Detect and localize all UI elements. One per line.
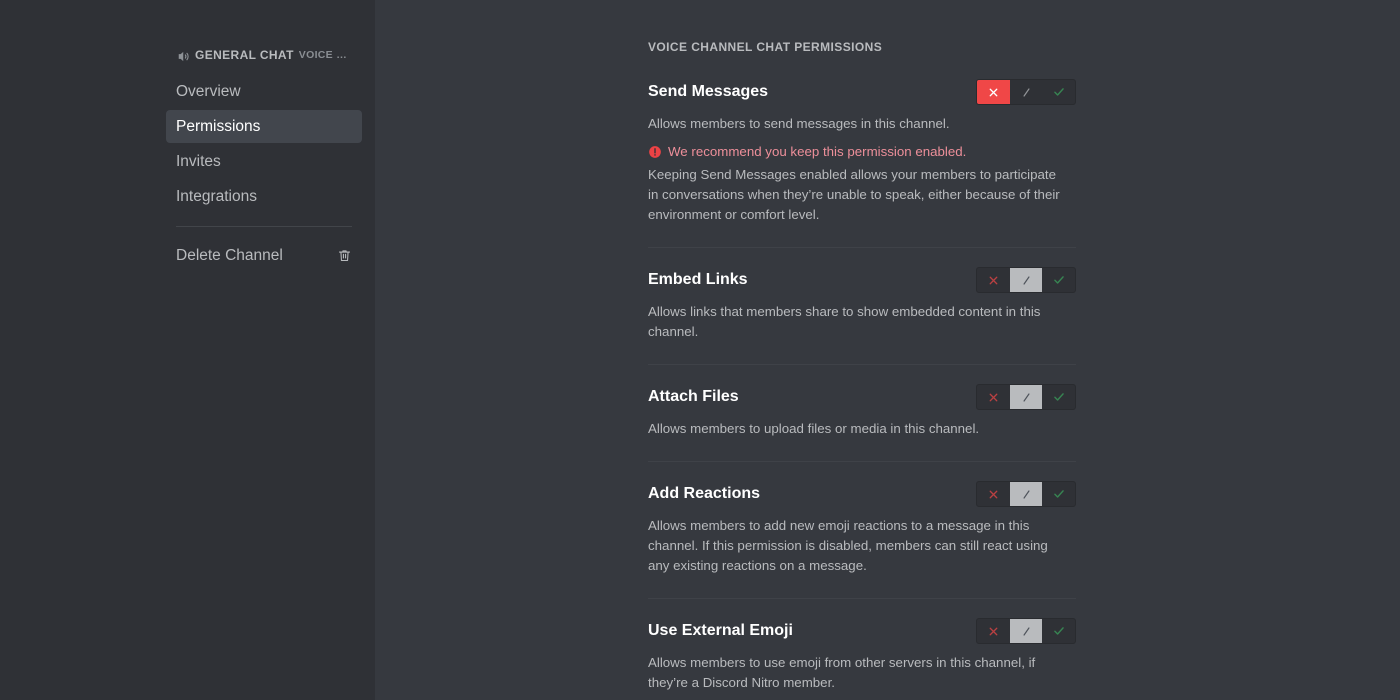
settings-content: VOICE CHANNEL CHAT PERMISSIONS Send Mess… (375, 0, 1400, 700)
permission-allow-option[interactable] (1042, 619, 1075, 643)
sidebar-item-integrations[interactable]: Integrations (166, 180, 362, 213)
permission-name: Attach Files (648, 388, 739, 405)
permission-inherit-option[interactable] (1009, 385, 1043, 409)
section-title: VOICE CHANNEL CHAT PERMISSIONS (648, 40, 883, 54)
permission-divider (648, 364, 1076, 365)
permission-divider (648, 247, 1076, 248)
permission-deny-option[interactable] (977, 385, 1010, 409)
delete-channel-button[interactable]: Delete Channel (166, 239, 362, 272)
permission-list: Send Messages Allows members to send mess… (648, 79, 1076, 695)
permission-allow-option[interactable] (1042, 385, 1075, 409)
channel-settings-modal: GENERAL CHAT VOICE CH... Overview Permis… (0, 0, 1400, 700)
trash-icon (337, 248, 352, 263)
delete-channel-label: Delete Channel (176, 246, 283, 264)
permission-description: Allows members to use emoji from other s… (648, 655, 1036, 690)
sidebar-item-permissions[interactable]: Permissions (166, 110, 362, 143)
permission-toggle[interactable] (976, 618, 1076, 644)
sidebar-item-label: Permissions (176, 117, 261, 135)
channel-subtitle: VOICE CH... (298, 49, 352, 61)
permission-name: Embed Links (648, 271, 748, 288)
permission-inherit-option[interactable] (1009, 619, 1043, 643)
permission-deny-option[interactable] (977, 80, 1010, 104)
sidebar-item-invites[interactable]: Invites (166, 145, 362, 178)
permission-divider (648, 461, 1076, 462)
permission-row: Use External Emoji Allows members to use … (648, 618, 1076, 695)
permission-header: Use External Emoji (648, 618, 1076, 646)
permission-header: Add Reactions (648, 481, 1076, 509)
permission-description: Allows members to send messages in this … (648, 116, 950, 131)
permission-header: Send Messages (648, 79, 1076, 107)
permission-inherit-option[interactable] (1009, 482, 1043, 506)
permission-row: Attach Files Allows members to upload fil… (648, 384, 1076, 441)
permission-name: Send Messages (648, 83, 769, 100)
settings-sidebar: GENERAL CHAT VOICE CH... Overview Permis… (0, 0, 375, 700)
permission-allow-option[interactable] (1042, 80, 1075, 104)
permission-deny-option[interactable] (977, 268, 1010, 292)
permission-deny-option[interactable] (977, 482, 1010, 506)
permission-allow-option[interactable] (1042, 268, 1075, 292)
permission-warning: We recommend you keep this permission en… (648, 142, 1076, 162)
permissions-panel: VOICE CHANNEL CHAT PERMISSIONS Send Mess… (648, 0, 1076, 700)
permission-row: Add Reactions Allows members to add new e… (648, 481, 1076, 578)
sidebar-item-overview[interactable]: Overview (166, 75, 362, 108)
permission-row: Embed Links Allows links that members sha… (648, 267, 1076, 344)
permission-divider (648, 598, 1076, 599)
permission-name: Use External Emoji (648, 622, 793, 639)
permission-inherit-option[interactable] (1010, 80, 1043, 104)
permission-allow-option[interactable] (1042, 482, 1075, 506)
permission-header: Embed Links (648, 267, 1076, 295)
permission-toggle[interactable] (976, 79, 1076, 105)
permission-name: Add Reactions (648, 485, 761, 502)
sidebar-item-label: Integrations (176, 187, 257, 205)
permission-toggle[interactable] (976, 384, 1076, 410)
permission-header: Attach Files (648, 384, 1076, 412)
permission-warning-headline: We recommend you keep this permission en… (668, 144, 967, 159)
permission-description: Allows links that members share to show … (648, 304, 1041, 339)
sidebar-divider (176, 226, 352, 227)
permission-description: Allows members to add new emoji reaction… (648, 518, 1048, 573)
warning-icon (648, 145, 662, 159)
permission-toggle[interactable] (976, 481, 1076, 507)
permission-row: Send Messages Allows members to send mess… (648, 79, 1076, 227)
permission-description: Allows members to upload files or media … (648, 421, 980, 436)
channel-name: GENERAL CHAT (195, 48, 294, 62)
sidebar-item-label: Overview (176, 82, 241, 100)
permission-deny-option[interactable] (977, 619, 1010, 643)
channel-header: GENERAL CHAT VOICE CH... (166, 44, 362, 66)
permission-inherit-option[interactable] (1009, 268, 1043, 292)
sidebar-item-label: Invites (176, 152, 221, 170)
permission-toggle[interactable] (976, 267, 1076, 293)
speaker-icon (177, 50, 190, 63)
permission-warning-body: Keeping Send Messages enabled allows you… (648, 167, 1060, 222)
